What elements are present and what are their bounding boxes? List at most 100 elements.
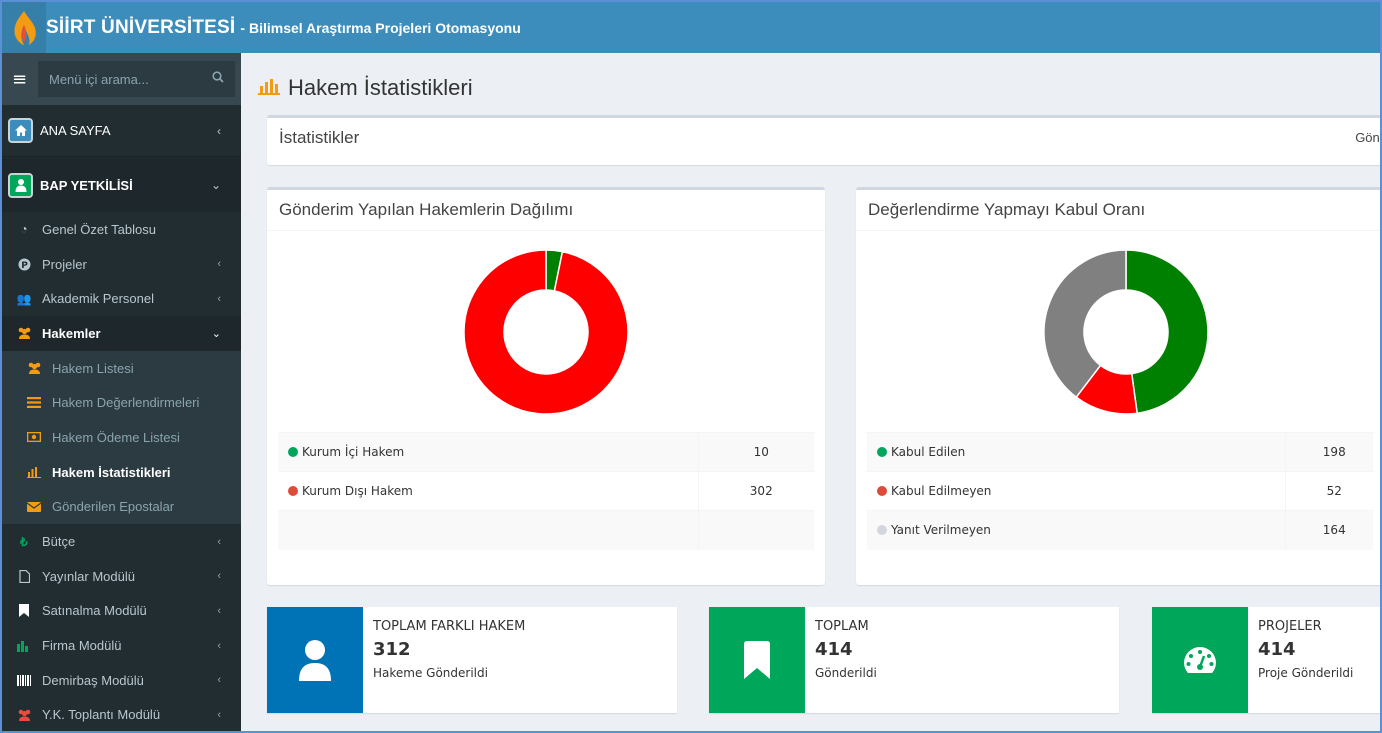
- bookmark-icon: [744, 641, 770, 679]
- sidebar-item-ana-sayfa[interactable]: ANA SAYFA ‹: [2, 105, 241, 157]
- legend-label: Kurum İçi Hakem: [302, 445, 405, 459]
- green-dot-icon: [877, 447, 887, 457]
- donut-slice-kabul-edilen[interactable]: [1125, 249, 1209, 415]
- user-icon: [8, 172, 33, 198]
- sidebar-item-label: Yayınlar Modülü: [42, 568, 135, 584]
- bar-chart-icon: [26, 466, 42, 479]
- dashboard-icon: [1184, 647, 1216, 673]
- sidebar-item-butce[interactable]: ₺ Bütçe ‹: [2, 524, 241, 559]
- top-header: SİİRT ÜNİVERSİTESİ - Bilimsel Araştırma …: [2, 2, 1380, 53]
- donut-slice-kurum-dışı-hakem[interactable]: [463, 249, 629, 415]
- legend-label: Kabul Edilmeyen: [891, 484, 992, 498]
- legend-label-cell: Yanıt Verilmeyen: [867, 510, 1285, 550]
- sidebar-item-label: Hakem Değerlendirmeleri: [52, 395, 200, 411]
- bookmark-icon: [16, 604, 32, 618]
- legend-label-cell: Kabul Edilen: [867, 432, 1285, 472]
- legend-label: Kurum Dışı Hakem: [302, 484, 413, 498]
- sidebar-item-label: Genel Özet Tablosu: [42, 221, 156, 237]
- money-icon: [26, 432, 42, 443]
- info-number: 414: [815, 639, 853, 660]
- sidebar-item-label: Hakem İstatistikleri: [52, 464, 171, 480]
- sidebar-item-hakem-odeme-listesi[interactable]: Hakem Ödeme Listesi: [2, 420, 241, 455]
- sidebar-item-label: Hakem Listesi: [52, 360, 134, 376]
- university-logo[interactable]: [2, 2, 46, 53]
- sidebar-item-yayinlar[interactable]: Yayınlar Modülü ‹: [2, 559, 241, 594]
- sidebar-item-label: Hakemler: [42, 325, 101, 341]
- gray-dot-icon: [877, 525, 887, 536]
- envelope-icon: [26, 501, 42, 512]
- sidebar-search-row: ≡: [2, 53, 241, 105]
- brand-name: SİİRT ÜNİVERSİTESİ: [46, 16, 236, 38]
- sidebar-item-demirbas[interactable]: Demirbaş Modülü ‹: [2, 663, 241, 698]
- legend-label-cell: [278, 510, 698, 550]
- hamburger-icon[interactable]: ≡: [12, 69, 32, 90]
- page-title-text: Hakem İstatistikleri: [288, 75, 473, 100]
- stats-header-box: İstatistikler Gönd: [267, 115, 1380, 165]
- sidebar-item-yk-toplanti[interactable]: Y.K. Toplantı Modülü ‹: [2, 698, 241, 731]
- stats-header-right: Gönd: [1355, 130, 1380, 145]
- sidebar-item-hakemler[interactable]: Hakemler ⌄: [2, 316, 241, 351]
- sidebar-item-firma[interactable]: Firma Modülü ‹: [2, 628, 241, 663]
- chart2-area: [856, 242, 1380, 427]
- donut-chart-1: [463, 249, 629, 415]
- sidebar-item-projeler[interactable]: P Projeler ‹: [2, 247, 241, 282]
- search-icon[interactable]: [212, 71, 224, 87]
- info-icon-area: [267, 607, 363, 713]
- red-dot-icon: [288, 486, 298, 496]
- chevron-down-icon: ⌄: [210, 178, 221, 192]
- info-label: TOPLAM FARKLI HAKEM: [373, 619, 526, 634]
- legend-row: Kurum Dışı Hakem 302: [278, 471, 814, 511]
- chart-box-hakem-dagilimi: Gönderim Yapılan Hakemlerin Dağılımı Kur…: [267, 187, 825, 585]
- legend-label: Yanıt Verilmeyen: [891, 523, 991, 538]
- sidebar-item-akademik-personel[interactable]: 👥 Akademik Personel ‹: [2, 281, 241, 316]
- chart1-header: Gönderim Yapılan Hakemlerin Dağılımı: [267, 190, 825, 231]
- sidebar-item-label: Hakem Ödeme Listesi: [52, 429, 180, 445]
- file-pdf-icon: [16, 569, 32, 583]
- chevron-left-icon: ‹: [217, 570, 221, 583]
- sidebar-item-label: Gönderilen Epostalar: [52, 499, 175, 515]
- legend-label: Kabul Edilen: [891, 445, 966, 459]
- info-desc: Proje Gönderildi: [1258, 666, 1354, 680]
- info-desc: Gönderildi: [815, 666, 877, 680]
- legend-row: Kurum İçi Hakem 10: [278, 432, 814, 472]
- chevron-left-icon: ‹: [217, 535, 221, 548]
- stats-header-title: İstatistikler: [279, 128, 360, 147]
- sidebar-item-hakem-istatistikleri[interactable]: Hakem İstatistikleri: [2, 455, 241, 490]
- bar-chart-icon: [258, 75, 280, 101]
- info-text: TOPLAM 414 Gönderildi: [805, 607, 887, 713]
- chevron-left-icon: ‹: [217, 123, 221, 138]
- stats-header: İstatistikler Gönd: [267, 118, 1380, 158]
- info-text: TOPLAM FARKLI HAKEM 312 Hakeme Gönderild…: [363, 607, 535, 713]
- sidebar-item-genel-ozet[interactable]: ◔ Genel Özet Tablosu: [2, 212, 241, 247]
- info-box-projeler: PROJELER 414 Proje Gönderildi: [1152, 607, 1380, 713]
- red-dot-icon: [877, 486, 887, 496]
- p-circle-icon: P: [16, 258, 32, 271]
- lira-icon: ₺: [20, 534, 28, 549]
- menu-search-input[interactable]: [49, 71, 199, 87]
- svg-text:P: P: [21, 260, 28, 270]
- sidebar-item-label: BAP YETKİLİSİ: [40, 177, 133, 193]
- dashboard-icon: ◔: [20, 222, 28, 237]
- users-icon: [26, 362, 42, 375]
- chart2-header: Değerlendirme Yapmayı Kabul Oranı: [856, 190, 1380, 231]
- sidebar-item-hakem-listesi[interactable]: Hakem Listesi: [2, 351, 241, 386]
- legend-row: Kabul Edilen 198: [867, 432, 1373, 472]
- sidebar-item-bap-yetkilisi[interactable]: BAP YETKİLİSİ ⌄: [2, 158, 241, 212]
- legend-value: 52: [1284, 471, 1373, 511]
- sidebar-item-gonderilen-epostalar[interactable]: Gönderilen Epostalar: [2, 490, 241, 525]
- info-number: 312: [373, 639, 411, 660]
- chevron-down-icon: ⌄: [211, 327, 221, 340]
- info-icon-area: [1152, 607, 1248, 713]
- sidebar-item-label: Satınalma Modülü: [42, 603, 147, 619]
- app-frame: SİİRT ÜNİVERSİTESİ - Bilimsel Araştırma …: [0, 0, 1382, 733]
- sidebar-item-satinalma[interactable]: Satınalma Modülü ‹: [2, 594, 241, 629]
- list-icon: [26, 397, 42, 409]
- users-icon: [16, 709, 32, 721]
- sidebar-item-label: Bütçe: [42, 534, 76, 550]
- info-box-toplam: TOPLAM 414 Gönderildi: [709, 607, 1119, 713]
- chart1-title: Gönderim Yapılan Hakemlerin Dağılımı: [279, 200, 574, 219]
- sidebar-item-label: ANA SAYFA: [40, 123, 111, 138]
- chevron-left-icon: ‹: [217, 292, 221, 305]
- app-title: SİİRT ÜNİVERSİTESİ - Bilimsel Araştırma …: [46, 17, 521, 39]
- sidebar-item-hakem-degerlendirmeleri[interactable]: Hakem Değerlendirmeleri: [2, 385, 241, 420]
